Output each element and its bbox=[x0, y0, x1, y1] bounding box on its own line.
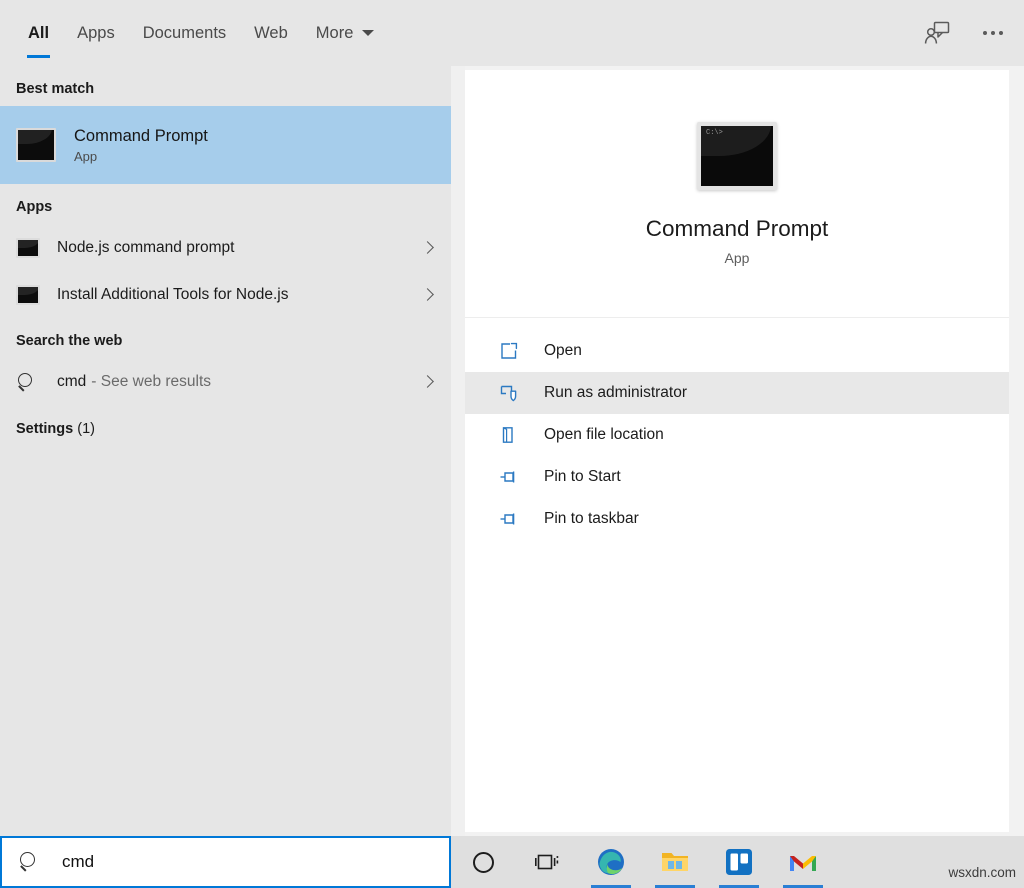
panel-gap bbox=[451, 66, 465, 836]
preview-header: C:\> Command Prompt App bbox=[465, 70, 1009, 318]
trello-icon bbox=[725, 848, 753, 876]
search-box[interactable] bbox=[0, 836, 451, 888]
tab-apps-label: Apps bbox=[77, 24, 115, 43]
more-options-icon bbox=[983, 31, 1003, 35]
tab-apps[interactable]: Apps bbox=[63, 0, 129, 66]
tab-list: All Apps Documents Web More bbox=[0, 0, 388, 66]
app-label: Node.js command prompt bbox=[57, 239, 419, 257]
tab-documents-label: Documents bbox=[143, 24, 226, 43]
app-label: Install Additional Tools for Node.js bbox=[57, 286, 419, 304]
chevron-down-icon bbox=[362, 30, 374, 36]
action-label: Open bbox=[544, 342, 582, 360]
settings-count: (1) bbox=[77, 421, 95, 437]
tab-more[interactable]: More bbox=[302, 0, 389, 66]
cortana-icon bbox=[473, 852, 494, 873]
best-match-header: Best match bbox=[0, 66, 451, 106]
action-open-file-location[interactable]: Open file location bbox=[465, 414, 1009, 456]
tab-all-label: All bbox=[28, 24, 49, 43]
action-open[interactable]: Open bbox=[465, 330, 1009, 372]
topbar-actions bbox=[916, 0, 1014, 66]
action-label: Pin to Start bbox=[544, 468, 621, 486]
console-icon bbox=[16, 238, 40, 258]
task-view-icon bbox=[534, 851, 560, 873]
tab-documents[interactable]: Documents bbox=[129, 0, 240, 66]
search-tab-bar: All Apps Documents Web More bbox=[0, 0, 1024, 66]
search-input[interactable] bbox=[62, 852, 449, 872]
search-icon bbox=[16, 371, 38, 393]
taskbar-item-task-view[interactable] bbox=[515, 836, 579, 888]
feedback-icon bbox=[924, 21, 950, 45]
action-run-as-administrator[interactable]: Run as administrator bbox=[465, 372, 1009, 414]
chevron-right-icon[interactable] bbox=[419, 239, 437, 257]
tab-web[interactable]: Web bbox=[240, 0, 302, 66]
search-icon bbox=[18, 850, 42, 874]
tab-web-label: Web bbox=[254, 24, 288, 43]
command-prompt-icon bbox=[16, 128, 56, 162]
action-label: Pin to taskbar bbox=[544, 510, 639, 528]
best-match-title: Command Prompt bbox=[74, 126, 208, 147]
best-match-subtitle: App bbox=[74, 149, 208, 164]
pin-icon bbox=[498, 508, 520, 530]
preview-title: Command Prompt bbox=[646, 216, 829, 242]
feedback-button[interactable] bbox=[916, 12, 958, 54]
file-explorer-icon bbox=[660, 849, 690, 875]
action-label: Open file location bbox=[544, 426, 664, 444]
result-app-nodejs-command-prompt[interactable]: Node.js command prompt bbox=[0, 224, 451, 271]
console-icon bbox=[16, 285, 40, 305]
pin-icon bbox=[498, 466, 520, 488]
taskbar-item-cortana[interactable] bbox=[451, 836, 515, 888]
windows-search-screen: All Apps Documents Web More bbox=[0, 0, 1024, 888]
taskbar-item-edge[interactable] bbox=[579, 836, 643, 888]
action-pin-to-start[interactable]: Pin to Start bbox=[465, 456, 1009, 498]
result-web-search-cmd[interactable]: cmd - See web results bbox=[0, 358, 451, 405]
more-options-button[interactable] bbox=[972, 12, 1014, 54]
chevron-right-icon[interactable] bbox=[419, 373, 437, 391]
result-app-install-additional-tools[interactable]: Install Additional Tools for Node.js bbox=[0, 271, 451, 318]
taskbar: wsxdn.com bbox=[451, 836, 1024, 888]
shield-icon bbox=[498, 382, 520, 404]
preview-subtitle: App bbox=[725, 250, 750, 266]
result-best-match-command-prompt[interactable]: Command Prompt App bbox=[0, 106, 451, 184]
results-panel: Best match Command Prompt App Apps Node.… bbox=[0, 66, 451, 836]
edge-icon bbox=[596, 847, 626, 877]
taskbar-item-gmail[interactable] bbox=[771, 836, 835, 888]
taskbar-item-trello[interactable] bbox=[707, 836, 771, 888]
settings-header: Settings (1) bbox=[0, 405, 451, 437]
watermark: wsxdn.com bbox=[948, 865, 1016, 880]
search-the-web-header: Search the web bbox=[0, 318, 451, 358]
web-search-query: cmd bbox=[57, 373, 86, 391]
action-pin-to-taskbar[interactable]: Pin to taskbar bbox=[465, 498, 1009, 540]
command-prompt-glyph: C:\> bbox=[706, 129, 723, 137]
tab-more-label: More bbox=[316, 24, 354, 43]
chevron-right-icon[interactable] bbox=[419, 286, 437, 304]
apps-header: Apps bbox=[0, 184, 451, 224]
gmail-icon bbox=[788, 850, 818, 874]
open-external-icon bbox=[498, 340, 520, 362]
command-prompt-large-icon: C:\> bbox=[697, 122, 777, 190]
preview-panel: C:\> Command Prompt App Open bbox=[465, 70, 1009, 832]
folder-icon bbox=[498, 424, 520, 446]
web-search-suffix: - See web results bbox=[91, 373, 419, 391]
app-actions-list: Open Run as administrator bbox=[465, 318, 1009, 540]
action-label: Run as administrator bbox=[544, 384, 687, 402]
taskbar-item-file-explorer[interactable] bbox=[643, 836, 707, 888]
best-match-text: Command Prompt App bbox=[74, 126, 208, 165]
tab-all[interactable]: All bbox=[14, 0, 63, 66]
settings-header-label: Settings bbox=[16, 421, 73, 437]
